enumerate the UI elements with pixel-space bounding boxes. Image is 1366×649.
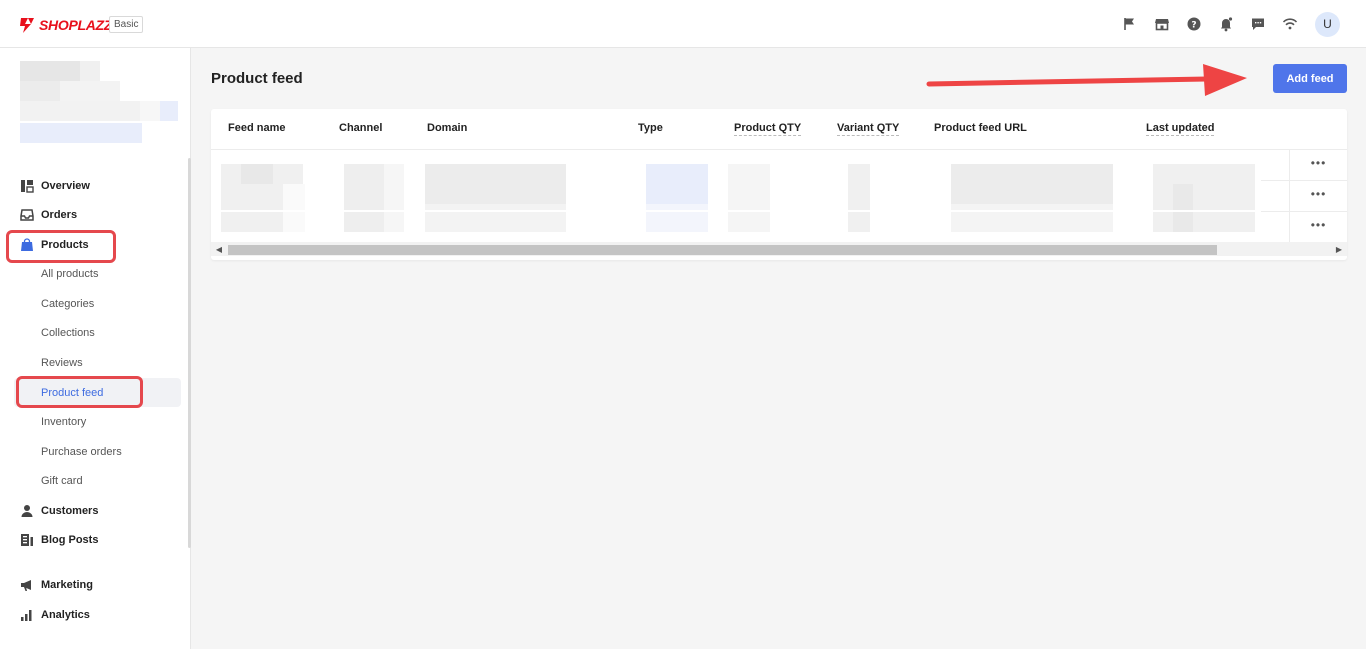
column-header-variant-qty: Variant QTY bbox=[837, 122, 900, 136]
sidebar-item-blog-posts[interactable]: Blog Posts bbox=[20, 529, 98, 551]
sidebar-item-label: Blog Posts bbox=[41, 534, 99, 546]
sidebar-subitem-gift-card[interactable]: Gift card bbox=[41, 471, 83, 491]
wifi-icon[interactable] bbox=[1282, 16, 1298, 32]
column-header-feed-name: Feed name bbox=[228, 122, 286, 134]
annotation-highlight-products bbox=[6, 230, 116, 263]
sidebar-item-label: Analytics bbox=[41, 609, 90, 621]
top-bar: SHOPLAZZA Basic ? U bbox=[0, 0, 1366, 48]
table-header-divider bbox=[211, 149, 1347, 150]
sidebar-scrollbar[interactable] bbox=[188, 158, 191, 548]
column-header-product-qty: Product QTY bbox=[734, 122, 802, 136]
sidebar-item-overview[interactable]: Overview bbox=[20, 175, 90, 197]
page-title: Product feed bbox=[211, 70, 303, 87]
sidebar-subitem-categories[interactable]: Categories bbox=[41, 294, 94, 314]
product-feed-table: Feed name Channel Domain Type Product QT… bbox=[211, 109, 1347, 260]
sidebar-item-marketing[interactable]: Marketing bbox=[20, 574, 93, 596]
sidebar-subitem-collections[interactable]: Collections bbox=[41, 323, 95, 343]
bar-chart-icon bbox=[21, 610, 32, 621]
column-header-product-feed-url: Product feed URL bbox=[934, 122, 1027, 134]
store-info-redacted bbox=[20, 61, 180, 143]
row-actions-button[interactable]: ••• bbox=[1289, 181, 1347, 211]
sidebar-subitem-reviews[interactable]: Reviews bbox=[41, 353, 83, 373]
dashboard-icon bbox=[21, 180, 34, 193]
document-icon bbox=[21, 534, 33, 546]
bell-icon[interactable] bbox=[1218, 16, 1234, 32]
shoplazza-logo[interactable]: SHOPLAZZA bbox=[18, 15, 122, 35]
avatar[interactable]: U bbox=[1315, 12, 1340, 37]
row-actions-button[interactable]: ••• bbox=[1289, 212, 1347, 242]
sidebar-item-label: Customers bbox=[41, 505, 99, 517]
sidebar-subitem-inventory[interactable]: Inventory bbox=[41, 412, 86, 432]
plan-badge: Basic bbox=[109, 16, 144, 33]
horizontal-scrollbar-thumb[interactable] bbox=[228, 245, 1217, 255]
column-header-channel: Channel bbox=[339, 122, 383, 134]
sidebar: Overview Orders Products All products Ca… bbox=[0, 48, 191, 649]
store-icon[interactable] bbox=[1154, 16, 1170, 32]
annotation-arrow bbox=[926, 64, 1247, 96]
add-feed-button[interactable]: Add feed bbox=[1273, 64, 1347, 93]
svg-text:?: ? bbox=[1191, 21, 1196, 31]
logo-mark-icon bbox=[20, 18, 34, 33]
sidebar-item-label: Overview bbox=[41, 180, 90, 192]
column-header-type: Type bbox=[638, 122, 663, 134]
inbox-icon bbox=[20, 209, 34, 221]
sidebar-item-orders[interactable]: Orders bbox=[20, 204, 77, 226]
help-icon[interactable]: ? bbox=[1186, 16, 1202, 32]
sidebar-item-customers[interactable]: Customers bbox=[20, 500, 98, 522]
scroll-right-icon[interactable]: ▶ bbox=[1334, 244, 1344, 256]
row-actions-button[interactable]: ••• bbox=[1289, 150, 1347, 180]
message-icon[interactable] bbox=[1250, 16, 1266, 32]
scroll-left-icon[interactable]: ◀ bbox=[214, 244, 224, 256]
sidebar-subitem-all-products[interactable]: All products bbox=[41, 264, 98, 284]
column-header-last-updated: Last updated bbox=[1146, 122, 1215, 136]
column-header-domain: Domain bbox=[427, 122, 468, 134]
megaphone-icon bbox=[21, 580, 31, 591]
sidebar-item-analytics[interactable]: Analytics bbox=[20, 604, 90, 626]
sidebar-item-label: Orders bbox=[41, 209, 78, 221]
sidebar-item-label: Marketing bbox=[41, 579, 93, 591]
flag-icon[interactable] bbox=[1122, 16, 1138, 32]
person-icon bbox=[21, 505, 33, 517]
annotation-highlight-product-feed bbox=[16, 376, 143, 408]
sidebar-subitem-purchase-orders[interactable]: Purchase orders bbox=[41, 442, 122, 462]
